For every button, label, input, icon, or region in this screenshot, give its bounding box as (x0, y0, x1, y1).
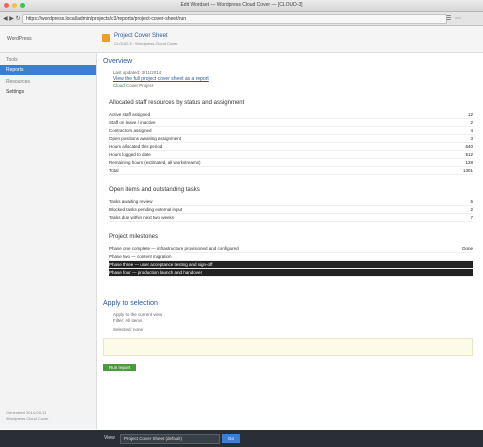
project-name-link[interactable]: Project Cover Sheet (114, 33, 168, 39)
query-line: Selected: none (113, 327, 144, 332)
view-select[interactable]: Project Cover Sheet (default) (120, 434, 220, 444)
table-row: Tasks due within next two weeks 7 (109, 215, 473, 222)
query-panel: Apply to selection Apply to the current … (103, 300, 473, 371)
sidebar-item-settings[interactable]: Settings (0, 87, 96, 97)
section-title: Allocated staff resources by status and … (109, 100, 245, 106)
app-header: WordPress Project Cover Sheet CLOUD-3 · … (0, 26, 483, 53)
browser-toolbar: ◀ ▶ ↻ https://wordpress.local/admin/proj… (0, 12, 483, 26)
browser-menu-icon[interactable]: ☰ ⋯ (446, 15, 462, 22)
table-row: Hours logged to date 512 (109, 152, 473, 159)
brand-label[interactable]: WordPress (7, 36, 32, 42)
sidebar-footer: Generated 2014-03-11 Wordpress Cloud Cov… (6, 410, 49, 422)
table-row-total: Total 1301 (109, 168, 473, 175)
status-bar: View Project Cover Sheet (default) Go (0, 430, 483, 447)
report-link[interactable]: View the full project cover sheet as a r… (113, 76, 473, 82)
section-table: Active staff assigned 12 Staff on leave /… (103, 111, 473, 175)
table-row: Tasks awaiting review 5 (109, 199, 473, 206)
sidebar-item-reports[interactable]: Reports (0, 65, 96, 75)
query-line: Filter: All items (113, 318, 143, 323)
window-title: Edit Wordset — Wordpress Cloud Cover — [… (180, 2, 303, 8)
sidebar-group-resources: Resources (6, 79, 30, 85)
query-line: Apply to the current view (113, 312, 163, 317)
nav-arrows-icon[interactable]: ◀ ▶ ↻ (3, 15, 21, 22)
query-editor[interactable] (103, 338, 473, 356)
page-title: Overview (103, 58, 133, 65)
section-table: Phase one complete — infrastructure prov… (103, 245, 473, 277)
window-titlebar: Edit Wordset — Wordpress Cloud Cover — [… (0, 0, 483, 12)
run-report-button[interactable]: Run report (103, 364, 137, 371)
table-row-selected[interactable]: Phase four — production launch and hando… (109, 269, 473, 277)
project-icon (102, 34, 110, 42)
table-row: Active staff assigned 12 (109, 112, 473, 119)
query-title: Apply to selection (103, 300, 158, 307)
section-table: Tasks awaiting review 5 Blocked tasks pen… (103, 198, 473, 222)
meta-line: Last updated: 3/11/2014 (113, 70, 162, 75)
table-row: Contractors assigned 4 (109, 128, 473, 135)
sidebar-footer-line: Wordpress Cloud Cover (6, 416, 49, 421)
status-label: View (104, 435, 115, 441)
address-bar[interactable]: https://wordpress.local/admin/projects/c… (22, 14, 447, 24)
go-button[interactable]: Go (222, 434, 240, 443)
table-row: Remaining hours (estimated, all workstre… (109, 160, 473, 167)
sidebar: Tools Reports Resources Settings Generat… (0, 53, 97, 429)
main-content: Overview Last updated: 3/11/2014 View th… (103, 58, 473, 277)
table-row: Staff on leave / inactive 2 (109, 120, 473, 127)
table-row: Phase one complete — infrastructure prov… (109, 246, 473, 253)
table-row: Hours allocated this period 640 (109, 144, 473, 151)
table-row: Open positions awaiting assignment 3 (109, 136, 473, 143)
section-title: Open items and outstanding tasks (109, 187, 200, 193)
table-row: Blocked tasks pending external input 2 (109, 207, 473, 214)
meta-line-2: Cloud Cover Project (113, 83, 154, 88)
table-row: Phase two — content migration (109, 253, 473, 261)
table-row-selected[interactable]: Phase three — user acceptance testing an… (109, 261, 473, 269)
sidebar-group-tools: Tools (6, 57, 18, 63)
section-title: Project milestones (109, 234, 159, 240)
project-subtitle: CLOUD-3 · Wordpress Cloud Cover (114, 41, 178, 46)
